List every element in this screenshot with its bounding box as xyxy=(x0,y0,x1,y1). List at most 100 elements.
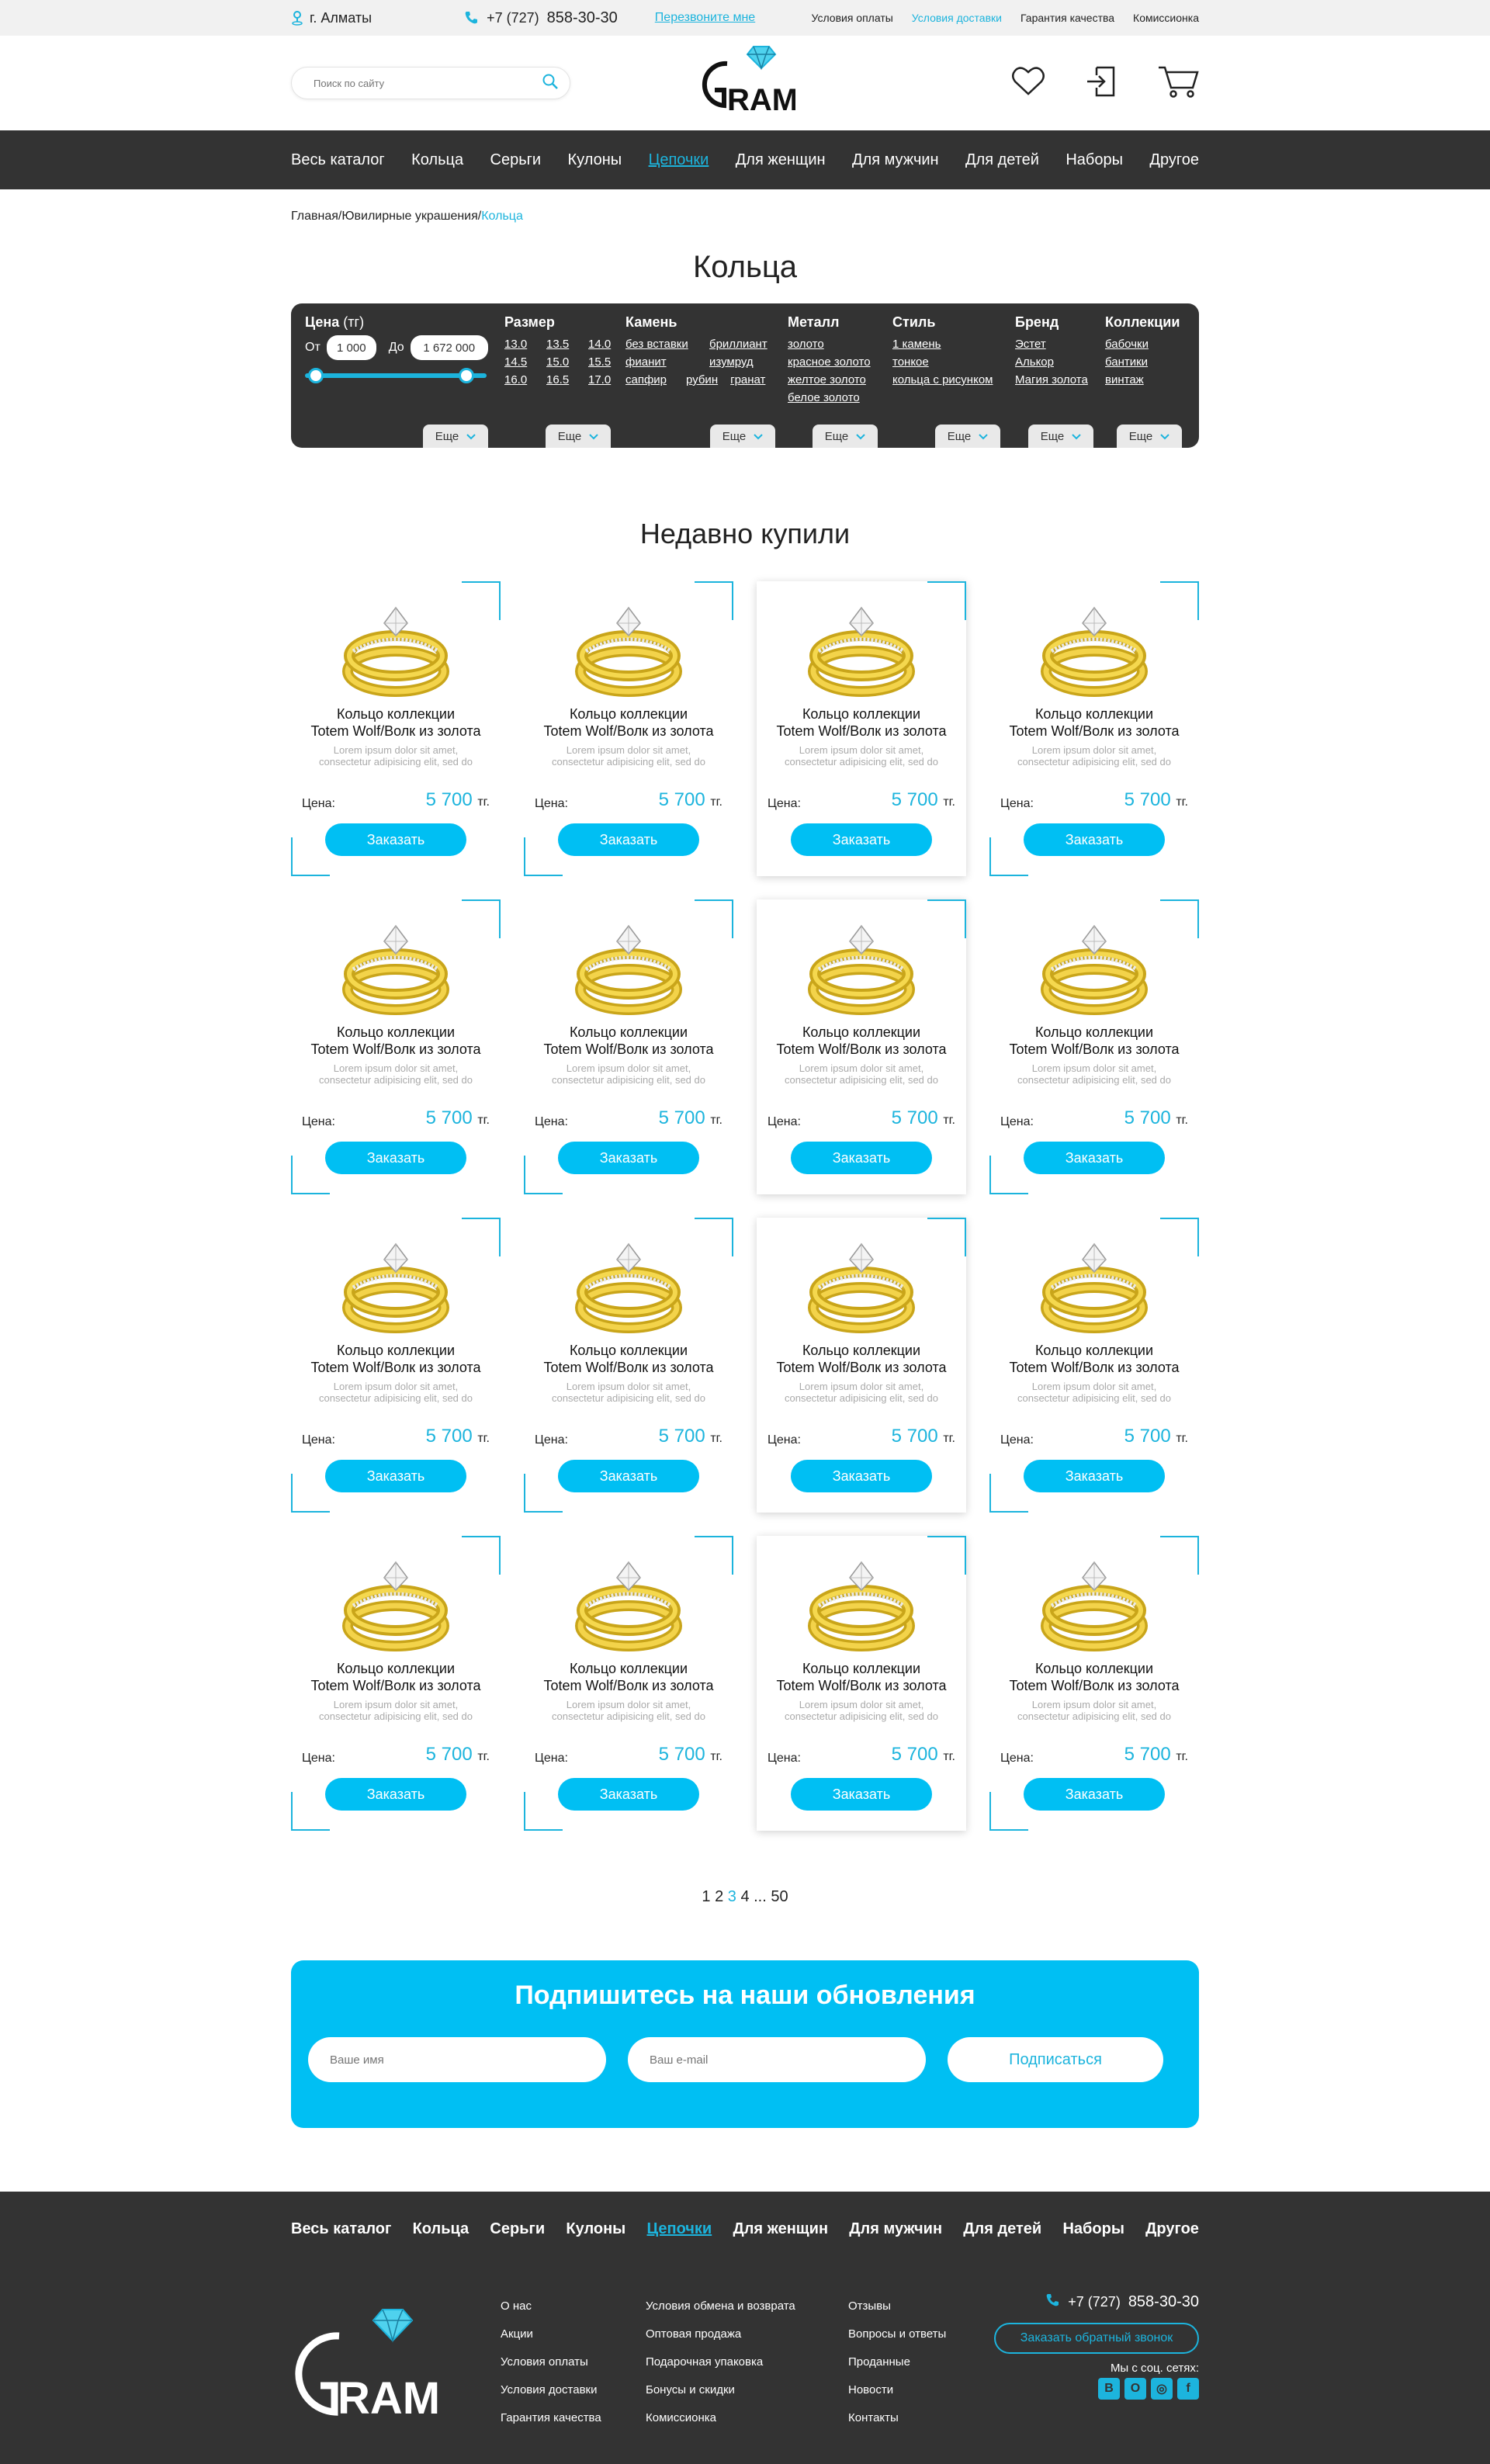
product-title[interactable]: Кольцо коллекции Totem Wolf/Волк из золот… xyxy=(291,705,501,740)
footer-logo[interactable]: RAM xyxy=(291,2305,446,2433)
nav-item-earrings[interactable]: Серьги xyxy=(490,151,542,169)
ring-image[interactable] xyxy=(1036,1554,1152,1655)
product-card[interactable]: Кольцо коллекции Totem Wolf/Волк из золот… xyxy=(989,899,1199,1194)
top-link-commission[interactable]: Комиссионка xyxy=(1133,12,1199,24)
ring-image[interactable] xyxy=(338,1554,454,1655)
top-link-quality[interactable]: Гарантия качества xyxy=(1020,12,1114,24)
filter-stone-option[interactable]: рубин xyxy=(686,371,718,389)
top-link-payment[interactable]: Условия оплаты xyxy=(812,12,893,24)
footer-link[interactable]: Вопросы и ответы xyxy=(848,2320,946,2348)
page-link-current[interactable]: 3 xyxy=(728,1888,736,1905)
filter-size-option[interactable]: 14.0 xyxy=(588,335,630,353)
product-card[interactable]: Кольцо коллекции Totem Wolf/Волк из золот… xyxy=(291,1218,501,1513)
filter-size-option[interactable]: 15.5 xyxy=(588,353,630,371)
filter-brand-option[interactable]: Магия золота xyxy=(1015,371,1088,389)
ring-image[interactable] xyxy=(570,1236,687,1337)
filter-size-option[interactable]: 16.0 xyxy=(504,371,546,389)
heart-icon[interactable] xyxy=(1011,66,1045,101)
search-input[interactable] xyxy=(314,77,542,89)
ring-image[interactable] xyxy=(338,918,454,1019)
filter-size-option[interactable]: 14.5 xyxy=(504,353,546,371)
footer-nav-item[interactable]: Кольца xyxy=(413,2220,470,2238)
price-from-input[interactable] xyxy=(326,335,376,360)
odnoklassniki-icon[interactable]: О xyxy=(1124,2378,1146,2400)
filter-brand-option[interactable]: Эстет xyxy=(1015,335,1046,353)
product-card[interactable]: Кольцо коллекции Totem Wolf/Волк из золот… xyxy=(524,1218,733,1513)
footer-link[interactable]: О нас xyxy=(501,2292,601,2320)
order-button[interactable]: Заказать xyxy=(558,1460,699,1492)
order-button[interactable]: Заказать xyxy=(1024,1460,1165,1492)
page-link[interactable]: 50 xyxy=(771,1888,788,1905)
product-card[interactable]: Кольцо коллекции Totem Wolf/Волк из золот… xyxy=(757,1536,966,1831)
filter-stone-option[interactable]: сапфир xyxy=(625,371,667,389)
nav-item-women[interactable]: Для женщин xyxy=(736,151,826,169)
product-title[interactable]: Кольцо коллекции Totem Wolf/Волк из золот… xyxy=(989,1024,1199,1058)
product-title[interactable]: Кольцо коллекции Totem Wolf/Волк из золот… xyxy=(524,705,733,740)
page-link[interactable]: 2 xyxy=(715,1888,723,1905)
order-button[interactable]: Заказать xyxy=(325,1142,466,1174)
ring-image[interactable] xyxy=(570,1554,687,1655)
product-card[interactable]: Кольцо коллекции Totem Wolf/Волк из золот… xyxy=(291,581,501,876)
footer-nav-item[interactable]: Другое xyxy=(1145,2220,1199,2238)
facebook-icon[interactable]: f xyxy=(1177,2378,1199,2400)
footer-link[interactable]: Условия обмена и возврата xyxy=(646,2292,795,2320)
more-button-collections[interactable]: Еще xyxy=(1117,425,1182,448)
order-button[interactable]: Заказать xyxy=(791,823,932,856)
order-button[interactable]: Заказать xyxy=(558,1142,699,1174)
instagram-icon[interactable]: ◎ xyxy=(1151,2378,1173,2400)
filter-style-option[interactable]: тонкое xyxy=(892,353,929,371)
product-title[interactable]: Кольцо коллекции Totem Wolf/Волк из золот… xyxy=(524,1660,733,1694)
product-title[interactable]: Кольцо коллекции Totem Wolf/Волк из золот… xyxy=(989,1342,1199,1376)
product-title[interactable]: Кольцо коллекции Totem Wolf/Волк из золот… xyxy=(757,705,966,740)
ring-image[interactable] xyxy=(338,600,454,701)
product-title[interactable]: Кольцо коллекции Totem Wolf/Волк из золот… xyxy=(989,705,1199,740)
footer-nav-item[interactable]: Для детей xyxy=(963,2220,1041,2238)
order-button[interactable]: Заказать xyxy=(558,823,699,856)
price-to-input[interactable] xyxy=(410,335,488,360)
nav-item-catalog[interactable]: Весь каталог xyxy=(291,151,385,169)
subscribe-button[interactable]: Подписаться xyxy=(948,2037,1163,2082)
nav-item-kids[interactable]: Для детей xyxy=(965,151,1039,169)
footer-link[interactable]: Условия оплаты xyxy=(501,2348,601,2376)
footer-link[interactable]: Подарочная упаковка xyxy=(646,2348,795,2376)
ring-image[interactable] xyxy=(803,1554,920,1655)
more-button-metal[interactable]: Еще xyxy=(813,425,878,448)
order-button[interactable]: Заказать xyxy=(791,1142,932,1174)
product-title[interactable]: Кольцо коллекции Totem Wolf/Волк из золот… xyxy=(757,1024,966,1058)
ring-image[interactable] xyxy=(1036,918,1152,1019)
filter-stone-option[interactable]: гранат xyxy=(730,371,765,389)
subscribe-email-input[interactable] xyxy=(628,2037,926,2082)
footer-nav-item[interactable]: Весь каталог xyxy=(291,2220,391,2238)
product-card[interactable]: Кольцо коллекции Totem Wolf/Волк из золот… xyxy=(291,1536,501,1831)
footer-nav-item[interactable]: Серьги xyxy=(490,2220,545,2238)
search-box[interactable] xyxy=(291,67,570,99)
more-button-price[interactable]: Еще xyxy=(423,425,488,448)
price-slider[interactable] xyxy=(305,368,487,383)
order-button[interactable]: Заказать xyxy=(1024,1142,1165,1174)
price-slider-min-handle[interactable] xyxy=(308,368,324,383)
order-button[interactable]: Заказать xyxy=(1024,1778,1165,1811)
product-title[interactable]: Кольцо коллекции Totem Wolf/Волк из золот… xyxy=(524,1024,733,1058)
filter-size-option[interactable]: 16.5 xyxy=(546,371,588,389)
top-link-delivery[interactable]: Условия доставки xyxy=(912,12,1002,24)
footer-nav-item[interactable]: Для мужчин xyxy=(849,2220,942,2238)
order-button[interactable]: Заказать xyxy=(1024,823,1165,856)
breadcrumb-home[interactable]: Главная xyxy=(291,210,338,223)
filter-stone-option[interactable]: бриллиант xyxy=(709,335,781,353)
price-slider-max-handle[interactable] xyxy=(459,368,474,383)
more-button-stone[interactable]: Еще xyxy=(710,425,775,448)
nav-item-other[interactable]: Другое xyxy=(1149,151,1199,169)
product-card[interactable]: Кольцо коллекции Totem Wolf/Волк из золот… xyxy=(989,1536,1199,1831)
filter-size-option[interactable]: 15.0 xyxy=(546,353,588,371)
ring-image[interactable] xyxy=(1036,1236,1152,1337)
filter-collection-option[interactable]: бабочки xyxy=(1105,335,1149,353)
product-card[interactable]: Кольцо коллекции Totem Wolf/Волк из золот… xyxy=(989,1218,1199,1513)
filter-metal-option[interactable]: красное золото xyxy=(788,353,871,371)
vk-icon[interactable]: В xyxy=(1098,2378,1120,2400)
footer-link[interactable]: Условия доставки xyxy=(501,2376,601,2404)
filter-stone-option[interactable]: изумруд xyxy=(709,353,781,371)
order-button[interactable]: Заказать xyxy=(325,1460,466,1492)
product-card[interactable]: Кольцо коллекции Totem Wolf/Волк из золот… xyxy=(291,899,501,1194)
footer-link[interactable]: Комиссионка xyxy=(646,2404,795,2432)
order-callback-button[interactable]: Заказать обратный звонок xyxy=(994,2323,1199,2354)
